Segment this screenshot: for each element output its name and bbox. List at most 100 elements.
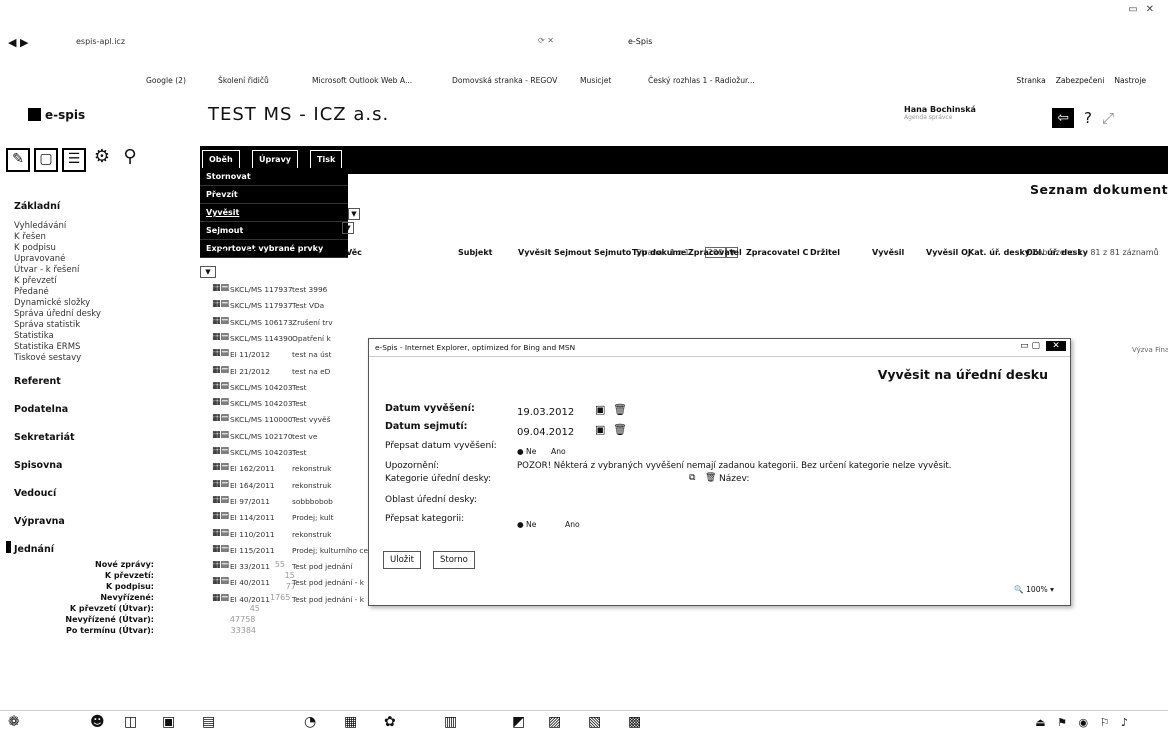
table-row[interactable]: ▦▤ SKCL/MS 117937 Test VDa	[200, 298, 1168, 314]
col-obl-desky[interactable]: Obl. úř. desky	[1026, 248, 1088, 257]
tisk-button[interactable]: Tisk	[310, 150, 343, 170]
sidebar-item[interactable]: K převzetí	[14, 276, 57, 286]
app-icon[interactable]: ▩	[628, 714, 641, 730]
app-icon[interactable]: ☻	[90, 714, 105, 730]
sidebar-section-spisovna[interactable]: Spisovna	[14, 460, 62, 471]
sidebar-item[interactable]: Dynamické složky	[14, 298, 90, 308]
close-icon[interactable]: ✕	[1046, 341, 1066, 351]
calendar-icon[interactable]: ▣	[595, 423, 605, 436]
obeh-button[interactable]: Oběh	[202, 150, 240, 170]
app-icon[interactable]: ▤	[202, 714, 215, 730]
sidebar-item[interactable]: Vyhledávání	[14, 221, 66, 231]
sidebar-section-jednani[interactable]: Jednání	[14, 544, 54, 555]
datum-vyveseni-value[interactable]: 19.03.2012	[517, 407, 574, 418]
favorite-musicjet[interactable]: Musicjet	[580, 76, 611, 85]
app-icon[interactable]: ▣	[162, 714, 175, 730]
tools-menu[interactable]: Nastroje	[1114, 76, 1146, 85]
col-vyvesil-oj[interactable]: Vyvěsil OJ	[926, 248, 971, 257]
address-bar[interactable]: espis-apl.icz	[76, 37, 125, 46]
folder-icon[interactable]: ▢	[34, 148, 58, 172]
sidebar-section-vedouci[interactable]: Vedoucí	[14, 488, 56, 499]
prepsat-kat-ne-radio[interactable]: ● Ne	[517, 520, 536, 529]
table-row[interactable]: ▦▤ SKCL/MS 117937 test 3996	[200, 282, 1168, 298]
col-cj[interactable]: CJ	[246, 248, 255, 257]
app-icon[interactable]: ◔	[304, 714, 316, 730]
sidebar-item[interactable]: Statistika ERMS	[14, 342, 80, 352]
sidebar-item[interactable]: Předané	[14, 287, 49, 297]
row-filter-select[interactable]: ▼	[200, 266, 216, 278]
sidebar-item[interactable]: K podpisu	[14, 243, 56, 253]
app-icon[interactable]: ▨	[548, 714, 561, 730]
menu-item-sejmout[interactable]: Sejmout	[200, 222, 348, 240]
app-icon[interactable]: ▧	[588, 714, 601, 730]
upravy-button[interactable]: Úpravy	[252, 150, 298, 170]
favorite-outlook[interactable]: Microsoft Outlook Web A...	[312, 76, 412, 85]
new-document-icon[interactable]: ✎	[6, 148, 30, 172]
page-menu[interactable]: Stranka	[1016, 76, 1045, 85]
search-icon[interactable]: ⚲	[118, 148, 142, 172]
app-icon[interactable]: ◩	[512, 714, 525, 730]
zoom-level[interactable]: 🔍 100% ▾	[1014, 585, 1054, 594]
save-button[interactable]: Uložit	[383, 551, 421, 569]
favorite-google[interactable]: Google (2)	[146, 76, 186, 85]
list-icon[interactable]: ☰	[62, 148, 86, 172]
browser-tab[interactable]: e-Spis	[628, 37, 652, 46]
sidebar-item[interactable]: Statistika	[14, 331, 54, 341]
maximize-icon[interactable]: ▢	[1031, 341, 1040, 351]
system-tray[interactable]: ⏏ ⚑ ◉ ⚐ ♪	[1035, 716, 1132, 729]
prepsat-datum-ne-radio[interactable]: ● Ne	[517, 447, 536, 456]
trash-icon[interactable]: 🗑	[613, 423, 627, 436]
col-sejmuto[interactable]: Sejmuto	[594, 248, 631, 257]
menu-item-stornovat[interactable]: Stornovat	[200, 168, 348, 186]
sidebar-item[interactable]: Správa statistik	[14, 320, 80, 330]
app-icon[interactable]: ▥	[444, 714, 457, 730]
sidebar-section-podatelna[interactable]: Podatelna	[14, 404, 68, 415]
menu-item-prevzit[interactable]: Převzít	[200, 186, 348, 204]
help-icon[interactable]: ?	[1084, 109, 1092, 127]
back-icon[interactable]: ⇦	[1052, 108, 1074, 128]
sidebar-section-sekretariat[interactable]: Sekretariát	[14, 432, 75, 443]
col-zpracovatel-c[interactable]: Zpracovatel C	[746, 248, 808, 257]
col-subjekt[interactable]: Subjekt	[458, 248, 493, 257]
minimize-icon[interactable]: ▭	[1020, 341, 1029, 351]
prepsat-datum-ano-radio[interactable]: Ano	[551, 447, 566, 456]
sidebar-heading-zakladni[interactable]: Základní	[14, 201, 60, 212]
sidebar-item[interactable]: Útvar - k řešení	[14, 265, 79, 275]
app-icon[interactable]: ▦	[344, 714, 357, 730]
col-vyvesit[interactable]: Vyvěsit	[518, 248, 551, 257]
favorite-rozhlas[interactable]: Český rozhlas 1 - Radiožur...	[648, 76, 755, 85]
refresh-icon[interactable]: ⟳ ✕	[538, 36, 554, 45]
expand-icon[interactable]: ⤢	[1102, 109, 1114, 127]
col-typ[interactable]: Typ dokumentu	[632, 248, 686, 257]
col-kat-desky[interactable]: Kat. úř. desky	[968, 248, 1030, 257]
start-icon[interactable]: ❁	[8, 714, 20, 730]
sidebar-item[interactable]: Tiskové sestavy	[14, 353, 81, 363]
menu-item-vyvesit[interactable]: Vyvěsit	[200, 204, 348, 222]
calendar-icon[interactable]: ▣	[595, 403, 605, 416]
col-vyvesil[interactable]: Vyvěsil	[872, 248, 904, 257]
col-dr[interactable]: Dr	[220, 248, 231, 257]
sidebar-item[interactable]: K řešen	[14, 232, 46, 242]
sidebar-section-vypravna[interactable]: Výpravna	[14, 516, 65, 527]
col-vec[interactable]: Věc	[346, 248, 362, 257]
back-forward-icon[interactable]: ◀ ▶	[8, 36, 28, 49]
table-row[interactable]: ▦▤ SKCL/MS 106173 Zrušení trv	[200, 315, 1168, 331]
app-icon[interactable]: ✿	[384, 714, 396, 730]
view-select[interactable]: ▼	[342, 222, 354, 234]
favorite-skoleni[interactable]: Školení řidičů	[218, 76, 269, 85]
col-drzitel[interactable]: Držitel	[810, 248, 840, 257]
sidebar-item[interactable]: Správa úřední desky	[14, 309, 101, 319]
app-icon[interactable]: ◫	[124, 714, 137, 730]
col-sejmout[interactable]: Sejmout	[554, 248, 591, 257]
trash-icon[interactable]: 🗑	[705, 473, 716, 483]
sidebar-item[interactable]: Upravované	[14, 254, 65, 264]
window-controls[interactable]: ▭✕	[1128, 4, 1162, 15]
sidebar-section-referent[interactable]: Referent	[14, 376, 61, 387]
prepsat-kat-ano-radio[interactable]: Ano	[565, 520, 580, 529]
col-zpracovatel[interactable]: Zpracovatel	[688, 248, 742, 257]
trash-icon[interactable]: 🗑	[613, 403, 627, 416]
select-category-icon[interactable]: ⧉	[689, 473, 695, 483]
cancel-button[interactable]: Storno	[433, 551, 475, 569]
favorite-regov[interactable]: Domovská stranka - REGOV	[452, 76, 557, 85]
filter-select[interactable]: ▼	[348, 208, 360, 220]
